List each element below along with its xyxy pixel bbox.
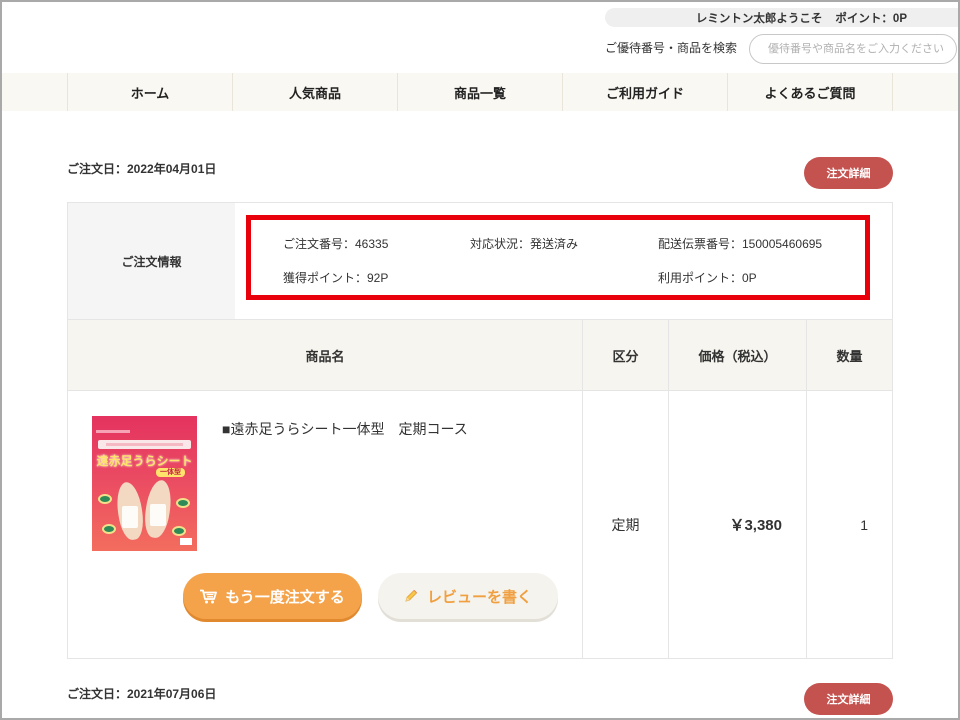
cart-icon [200, 589, 218, 604]
package-count-label [180, 538, 192, 545]
package-sheet-right [150, 504, 166, 526]
main-nav: ホーム 人気商品 商品一覧 ご利用ガイド よくあるご質問 [0, 73, 960, 111]
search-input[interactable] [749, 34, 957, 64]
reorder-button[interactable]: もう一度注文する [183, 573, 362, 619]
order-detail-button[interactable]: 注文詳細 [804, 157, 893, 189]
order-number: ご注文番号：46335 [283, 237, 389, 251]
column-header-qty: 数量 [807, 320, 892, 391]
package-sheet-left [122, 506, 138, 528]
order-date: ご注文日：2021年07月06日 [67, 687, 217, 701]
tracking-number: 配送伝票番号：150005460695 [658, 237, 823, 251]
package-tiny-text [96, 430, 130, 433]
main-nav-items: ホーム 人気商品 商品一覧 ご利用ガイド よくあるご質問 [67, 73, 893, 111]
order-info-label: ご注文情報 [68, 203, 235, 319]
column-header-name: 商品名 [68, 320, 583, 391]
package-title: 遠赤足うらシート [96, 454, 193, 468]
package-leaf [172, 526, 186, 536]
package-subtitle: 一体型 [156, 468, 185, 477]
used-points: 利用ポイント：0P [658, 271, 757, 285]
product-name[interactable]: ■遠赤足うらシート一体型 定期コース [222, 420, 468, 438]
nav-item-guide[interactable]: ご利用ガイド [563, 73, 728, 111]
package-leaf [102, 524, 116, 534]
welcome-user: レミントン太郎ようこそ [695, 12, 823, 25]
package-leaf [176, 498, 190, 508]
table-row-product-cell: 遠赤足うらシート 一体型 ■遠赤足うらシート一体型 定期コース もう一度注文する… [68, 391, 583, 658]
nav-item-popular[interactable]: 人気商品 [233, 73, 398, 111]
search-label: ご優待番号・商品を検索 [605, 41, 738, 55]
column-header-type: 区分 [583, 320, 669, 391]
earned-points: 獲得ポイント：92P [283, 271, 389, 285]
welcome-bar: レミントン太郎ようこそ ポイント：0P [605, 8, 960, 27]
order-info-box: ご注文情報 ご注文番号：46335 対応状況：発送済み 配送伝票番号：15000… [67, 202, 893, 320]
column-header-price: 価格（税込） [669, 320, 807, 391]
order-status: 対応状況：発送済み [470, 237, 579, 251]
package-leaf [98, 494, 112, 504]
order-date: ご注文日：2022年04月01日 [67, 162, 217, 176]
order-history-page: レミントン太郎ようこそ ポイント：0P ご優待番号・商品を検索 ホーム 人気商品… [0, 0, 960, 720]
product-quantity: 1 [860, 516, 868, 533]
package-top-band [98, 440, 191, 449]
order-items-table: 商品名 区分 価格（税込） 数量 遠赤足うらシート 一体型 ■遠赤足うらシート一… [67, 319, 893, 659]
pencil-icon [404, 589, 418, 603]
product-image[interactable]: 遠赤足うらシート 一体型 [92, 416, 197, 551]
nav-item-faq[interactable]: よくあるご質問 [728, 73, 893, 111]
write-review-button[interactable]: レビューを書く [378, 573, 558, 619]
product-type: 定期 [583, 391, 669, 658]
write-review-button-label: レビューを書く [426, 588, 532, 606]
nav-item-products[interactable]: 商品一覧 [398, 73, 563, 111]
reorder-button-label: もう一度注文する [225, 588, 345, 606]
product-price: ￥3,380 [669, 391, 807, 658]
nav-item-home[interactable]: ホーム [68, 73, 233, 111]
user-points: ポイント：0P [835, 12, 907, 25]
order-detail-button[interactable]: 注文詳細 [804, 683, 893, 715]
